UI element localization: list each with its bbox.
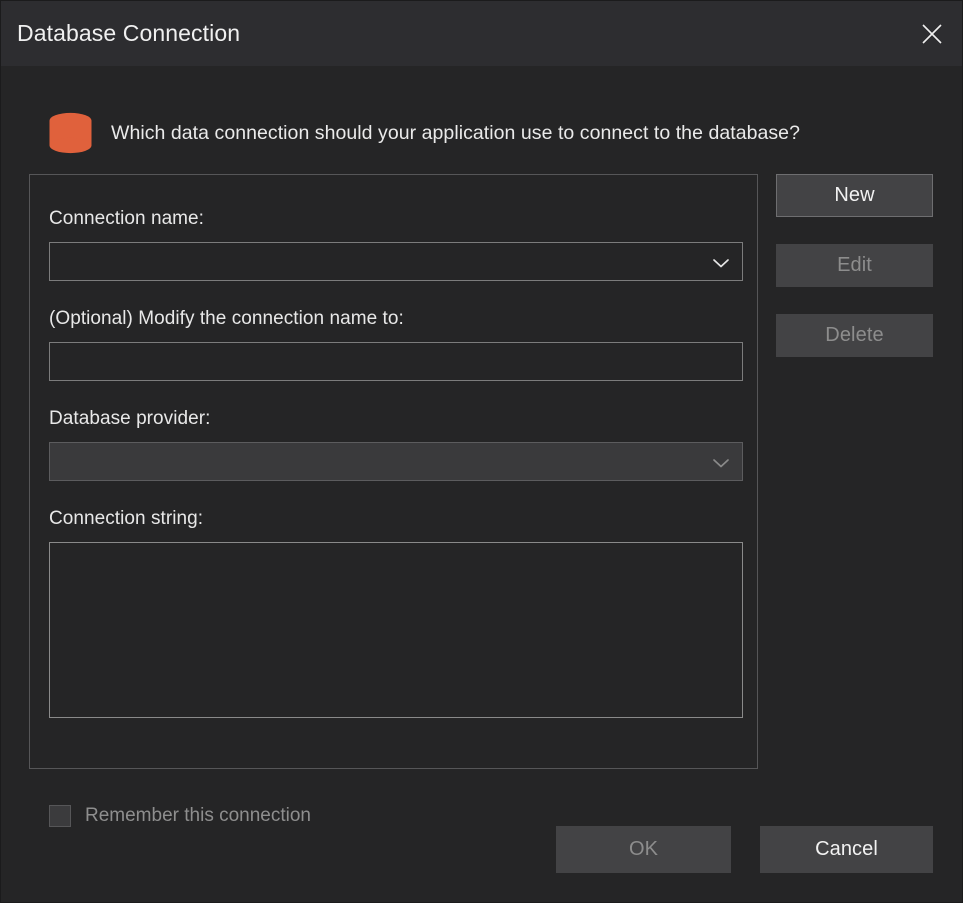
close-button[interactable]: [900, 1, 962, 66]
connection-name-combobox[interactable]: [49, 242, 743, 281]
remember-connection-checkbox[interactable]: Remember this connection: [49, 805, 311, 827]
prompt-text: Which data connection should your applic…: [111, 121, 800, 144]
database-icon: [48, 112, 93, 154]
new-button[interactable]: New: [776, 174, 933, 217]
window-title: Database Connection: [17, 20, 241, 46]
prompt-row: Which data connection should your applic…: [48, 112, 800, 154]
remember-connection-label: Remember this connection: [85, 805, 311, 826]
database-connection-dialog: Database Connection Which data connectio…: [0, 0, 963, 903]
cancel-button[interactable]: Cancel: [760, 826, 933, 873]
connection-name-label: Connection name:: [49, 208, 205, 229]
modify-connection-name-label: (Optional) Modify the connection name to…: [49, 308, 404, 329]
title-bar: Database Connection: [1, 1, 962, 66]
connection-string-label: Connection string:: [49, 508, 204, 529]
connection-groupbox: Connection name: (Optional) Modify the c…: [29, 174, 758, 827]
chevron-down-icon: [712, 456, 730, 468]
modify-connection-name-input[interactable]: [49, 342, 743, 381]
close-icon: [919, 21, 945, 47]
edit-button[interactable]: Edit: [776, 244, 933, 287]
dialog-body: Which data connection should your applic…: [1, 66, 962, 902]
connection-string-textarea[interactable]: [49, 542, 743, 718]
database-provider-label: Database provider:: [49, 408, 211, 429]
chevron-down-icon: [712, 256, 730, 268]
database-provider-combobox[interactable]: [49, 442, 743, 481]
checkbox-box-icon: [49, 805, 71, 827]
ok-button[interactable]: OK: [556, 826, 731, 873]
delete-button[interactable]: Delete: [776, 314, 933, 357]
